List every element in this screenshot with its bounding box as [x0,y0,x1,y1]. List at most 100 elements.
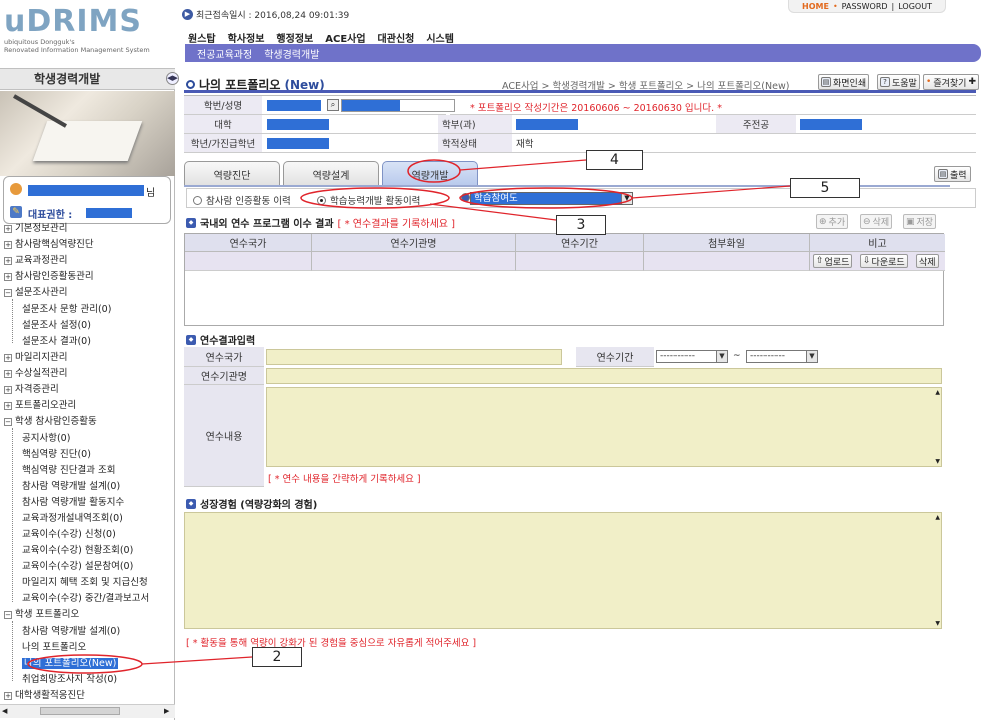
expand-icon[interactable]: + [4,691,12,700]
scroll-down-icon[interactable]: ▼ [935,458,940,465]
category-select[interactable]: 학습참여도 ▼ [470,192,633,205]
tree-item-portfolio-mgmt[interactable]: + 포트폴리오관리 [4,400,76,412]
org-input[interactable] [266,368,942,384]
home-link[interactable]: HOME [802,2,829,11]
tree-sub-course-list[interactable]: 교육과정개설내역조회(0) [22,513,123,525]
tree-item-student-portfolio[interactable]: − 학생 포트폴리오 [4,609,79,621]
scroll-right-icon[interactable]: ▶ [164,707,169,715]
tree-sub-mileage-benefit[interactable]: 마일리지 혜택 조회 및 지급신청 [22,577,174,589]
expand-icon[interactable]: + [4,256,12,265]
submenu-curriculum[interactable]: 전공교육과정 [197,46,252,61]
tree-item-license[interactable]: + 자격증관리 [4,384,59,396]
table-row[interactable] [644,252,810,271]
dropdown-arrow-icon[interactable]: ▼ [716,351,727,362]
tree-sub-job-survey[interactable]: 취업희망조사지 작성(0) [22,674,117,686]
download-button[interactable]: ⇩ 다운로드 [860,254,908,268]
print-button[interactable]: ▤ 출력 [934,166,971,182]
add-button[interactable]: ⊕ 추가 [816,214,849,229]
menu-onestop[interactable]: 원스탑 [188,30,216,45]
end-date-select[interactable]: ----–--–-- ▼ [746,350,818,363]
table-row[interactable]: ⇧ 업로드 ⇩ 다운로드 삭제 [810,252,945,271]
tree-item-curriculum[interactable]: + 교육과정관리 [4,255,67,267]
table-row[interactable] [312,252,516,271]
content-textarea[interactable]: ▲ ▼ [266,387,942,467]
tab-design[interactable]: 역량설계 [283,161,379,186]
content-hint: [ * 연수 내용을 간략하게 기록하세요 ] [268,474,421,485]
tree-sub-pf-design[interactable]: 참사람 역량개발 설계(0) [22,626,120,638]
radio-icon[interactable] [193,195,202,205]
tab-diagnosis[interactable]: 역량진단 [184,161,280,186]
tree-sub-my-portfolio[interactable]: 나의 포트폴리오 [22,642,86,654]
tree-sub-survey-results[interactable]: 설문조사 결과(0) [22,336,91,348]
menu-rental[interactable]: 대관신청 [378,30,415,45]
tree-sub-dev-design[interactable]: 참사람 역량개발 설계(0) [22,481,120,493]
growth-textarea[interactable]: ▲ ▼ [184,512,942,629]
tree-item-awards[interactable]: + 수상실적관리 [4,368,67,380]
tree-sub-enroll-survey[interactable]: 교육이수(수강) 설문참여(0) [22,561,133,573]
tree-item-student-activity[interactable]: − 학생 참사람인증활동 [4,416,97,428]
expand-icon[interactable]: + [4,385,12,394]
tree-sub-dev-index[interactable]: 참사람 역량개발 활동지수 [22,497,124,509]
collapse-icon[interactable]: − [4,417,12,426]
logout-link[interactable]: LOGOUT [898,2,932,11]
tree-sub-enroll-status[interactable]: 교육이수(수강) 현황조회(0) [22,545,133,557]
scroll-up-icon[interactable]: ▲ [935,389,940,396]
tree-item-basic[interactable]: + 기본정보관리 [4,223,67,235]
tree-sub-report[interactable]: 교육이수(수강) 중간/결과보고서 [22,593,174,605]
print-screen-button[interactable]: ▤ 화면인쇄 [818,74,870,90]
tree-sub-my-portfolio-new[interactable]: 나의 포트폴리오(New) [22,658,119,670]
dropdown-arrow-icon[interactable]: ▼ [621,193,632,204]
tree-item-core[interactable]: + 참사람핵심역량진단 [4,239,94,251]
tree-item-cert[interactable]: + 참사람인증활동관리 [4,271,94,283]
upload-button[interactable]: ⇧ 업로드 [813,254,853,268]
tree-item-adaptation[interactable]: + 대학생활적응진단 [4,690,85,702]
expand-icon[interactable]: + [4,240,12,249]
table-row[interactable] [185,252,312,271]
save-button[interactable]: ▣ 저장 [903,214,937,229]
add-icon: ⊕ [819,216,827,227]
menu-admin[interactable]: 행정정보 [276,30,313,45]
collapse-icon[interactable]: − [4,288,12,297]
scroll-down-icon[interactable]: ▼ [935,620,940,627]
tree-item-mileage[interactable]: + 마일리지관리 [4,352,67,364]
expand-icon[interactable]: + [4,353,12,362]
favorites-button[interactable]: • 즐겨찾기 ✚ [923,74,979,90]
start-date-select[interactable]: ----–--–-- ▼ [656,350,728,363]
radio-icon[interactable] [317,195,326,205]
expand-icon[interactable]: + [4,272,12,281]
major-redacted [800,119,862,130]
tree-sub-core-diagnosis[interactable]: 핵심역량 진단(0) [22,449,91,461]
tab-development[interactable]: 역량개발 [382,161,478,186]
expand-icon[interactable]: + [4,369,12,378]
menu-system[interactable]: 시스템 [426,30,454,45]
password-link[interactable]: PASSWORD [842,2,888,11]
collapse-icon[interactable]: − [4,610,12,619]
dropdown-arrow-icon[interactable]: ▼ [806,351,817,362]
scroll-left-icon[interactable]: ◀ [2,707,7,715]
radio-learning-history[interactable]: 학습능력개발 활동이력 [317,193,420,207]
help-button[interactable]: ? 도움말 [877,74,920,90]
scroll-up-icon[interactable]: ▲ [935,514,940,521]
tree-sub-core-result[interactable]: 핵심역량 진단결과 조회 [22,465,115,477]
logo[interactable]: uDRIMS ubiquitous Dongguk's Renovated In… [4,6,154,62]
expand-icon[interactable]: + [4,224,12,233]
radio-cert-history[interactable]: 참사람 인증활동 이력 [193,193,291,207]
tree-sub-notice[interactable]: 공지사항(0) [22,433,70,445]
submenu-career[interactable]: 학생경력개발 [264,46,319,61]
menu-ace[interactable]: ACE사업 [325,30,365,45]
table-row[interactable] [516,252,644,271]
row-delete-button[interactable]: 삭제 [916,254,939,268]
menu-academic[interactable]: 학사정보 [228,30,265,45]
tree-sub-enroll[interactable]: 교육이수(수강) 신청(0) [22,529,116,541]
tree-sub-survey-items[interactable]: 설문조사 문항 관리(0) [22,304,111,316]
radio-selected-icon[interactable] [461,193,470,202]
search-icon[interactable]: ⌕ [327,99,339,111]
delete-button[interactable]: ⊖ 삭제 [860,214,893,229]
tree-item-survey[interactable]: − 설문조사관리 [4,287,67,299]
collapse-icon[interactable]: ◀▶ [166,72,179,85]
expand-icon[interactable]: + [4,401,12,410]
sidebar-scrollbar[interactable]: ◀ ▶ [0,704,175,718]
tree-sub-survey-settings[interactable]: 설문조사 설정(0) [22,320,91,332]
country-input[interactable] [266,349,562,365]
scroll-thumb[interactable] [40,707,120,715]
